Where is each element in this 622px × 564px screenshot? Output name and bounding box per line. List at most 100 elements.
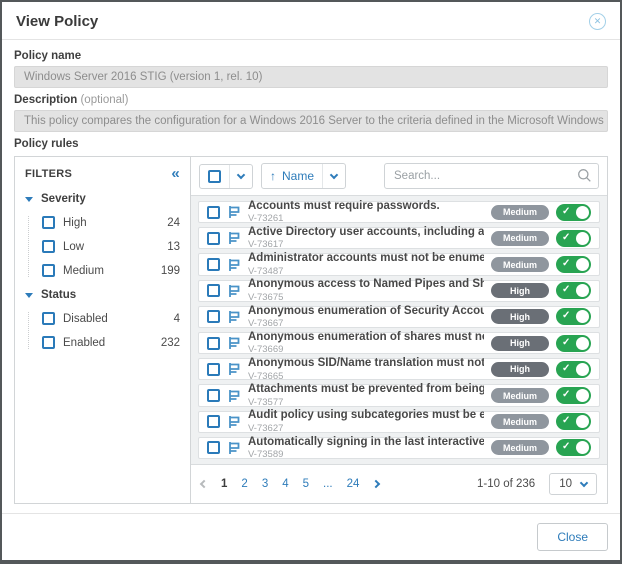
pagination-bar: 1 2 3 4 5 ... 24 1-10 of 236 10 (191, 464, 607, 503)
rule-id: V-73487 (248, 265, 284, 277)
rule-row[interactable]: Accounts must require passwords. V-73261… (198, 199, 600, 224)
view-policy-dialog: View Policy ✕ Policy name Windows Server… (0, 0, 622, 564)
dialog-close-icon[interactable]: ✕ (589, 13, 606, 30)
enabled-toggle[interactable]: ✓ (556, 439, 591, 457)
status-group-label: Status (41, 289, 77, 301)
rule-checkbox[interactable] (207, 258, 220, 271)
filter-count: 13 (167, 240, 180, 253)
rules-list: Accounts must require passwords. V-73261… (191, 196, 607, 464)
page-link[interactable]: 24 (347, 478, 360, 490)
enabled-toggle[interactable]: ✓ (556, 308, 591, 326)
policy-name-input: Windows Server 2016 STIG (version 1, rel… (14, 66, 608, 88)
page-link[interactable]: 1 (221, 478, 227, 490)
sort-menu-chevron-icon[interactable] (322, 164, 345, 188)
enabled-toggle[interactable]: ✓ (556, 256, 591, 274)
search-icon (577, 168, 592, 188)
status-filter-group: Status Disabled 4 Enabled 232 (25, 289, 180, 349)
filter-item: Medium 199 (42, 264, 180, 277)
rule-checkbox[interactable] (207, 231, 220, 245)
select-all-checkbox[interactable] (208, 169, 221, 183)
severity-badge: Medium (491, 204, 549, 220)
page-next-icon[interactable] (372, 478, 381, 490)
rule-row[interactable]: Attachments must be prevented from being… (198, 383, 600, 408)
rule-checkbox[interactable] (207, 415, 220, 429)
dialog-footer: Close (2, 513, 620, 560)
description-label-row: Description (optional) (14, 94, 608, 106)
sort-control: ↑ Name (261, 163, 347, 189)
policy-rules-label: Policy rules (14, 138, 79, 150)
enabled-toggle[interactable]: ✓ (556, 229, 591, 247)
rule-checkbox[interactable] (207, 441, 220, 455)
rule-row[interactable]: Anonymous SID/Name translation must not … (198, 357, 600, 382)
rule-row[interactable]: Audit policy using subcategories must be… (198, 409, 600, 434)
rule-checkbox[interactable] (207, 310, 220, 324)
rule-checkbox[interactable] (207, 362, 220, 376)
rule-title: Accounts must require passwords. (248, 199, 440, 212)
select-all-control (199, 163, 253, 189)
collapse-filters-icon[interactable]: « (171, 166, 180, 181)
rule-text: Automatically signing in the last intera… (248, 436, 484, 461)
search-input[interactable] (384, 163, 599, 189)
dialog-title: View Policy (16, 13, 99, 30)
page-link[interactable]: ... (323, 478, 333, 490)
filter-checkbox[interactable] (42, 264, 55, 277)
page-link[interactable]: 3 (262, 478, 268, 490)
enabled-toggle[interactable]: ✓ (556, 413, 591, 431)
page-size-select[interactable]: 10 (549, 473, 597, 495)
rule-row[interactable]: Anonymous access to Named Pipes and Shar… (198, 278, 600, 303)
filter-count: 4 (173, 312, 180, 325)
filters-header-row: FILTERS « (25, 166, 180, 181)
page-links: 1 2 3 4 5 ... 24 (221, 478, 359, 490)
close-button[interactable]: Close (537, 523, 608, 551)
rule-row[interactable]: Anonymous enumeration of Security Accoun… (198, 304, 600, 329)
rule-id: V-73577 (248, 396, 284, 408)
search-box (384, 163, 599, 189)
description-input: This policy compares the configuration f… (14, 110, 608, 132)
severity-badge: High (491, 309, 549, 325)
filter-label: Low (63, 240, 85, 253)
select-menu-chevron-icon[interactable] (229, 164, 252, 188)
severity-group-label: Severity (41, 193, 86, 205)
severity-badge: Medium (491, 257, 549, 272)
toggle-check-icon: ✓ (562, 336, 571, 348)
page-link[interactable]: 2 (241, 478, 247, 490)
filter-checkbox[interactable] (42, 336, 55, 349)
toggle-knob (576, 362, 589, 376)
rule-checkbox[interactable] (207, 336, 220, 350)
enabled-toggle[interactable]: ✓ (556, 203, 591, 221)
severity-group-header[interactable]: Severity (25, 193, 180, 205)
rule-row[interactable]: Automatically signing in the last intera… (198, 436, 600, 461)
rule-text: Active Directory user accounts, includin… (248, 226, 484, 251)
enabled-toggle[interactable]: ✓ (556, 282, 591, 300)
rule-title: Attachments must be prevented from being… (248, 383, 484, 396)
filter-label: Disabled (63, 312, 108, 325)
enabled-toggle[interactable]: ✓ (556, 360, 591, 378)
filter-checkbox[interactable] (42, 240, 55, 253)
severity-badge: High (491, 361, 549, 377)
caret-down-icon[interactable] (25, 196, 33, 202)
policy-name-label: Policy name (14, 50, 82, 62)
toggle-knob (576, 389, 589, 403)
rule-row[interactable]: Active Directory user accounts, includin… (198, 226, 600, 251)
rule-id: V-73617 (248, 239, 284, 251)
toggle-knob (576, 310, 589, 324)
filter-checkbox[interactable] (42, 216, 55, 229)
rule-title: Anonymous enumeration of Security Accoun… (248, 304, 484, 317)
enabled-toggle[interactable]: ✓ (556, 387, 591, 405)
rule-checkbox[interactable] (207, 389, 220, 403)
rule-row[interactable]: Administrator accounts must not be enume… (198, 252, 600, 277)
rule-row[interactable]: Anonymous enumeration of shares must not… (198, 331, 600, 355)
page-link[interactable]: 4 (282, 478, 288, 490)
caret-down-icon[interactable] (25, 292, 33, 298)
page-link[interactable]: 5 (303, 478, 309, 490)
sort-button[interactable]: ↑ Name (262, 164, 322, 188)
rule-id: V-73665 (248, 370, 284, 382)
filter-checkbox[interactable] (42, 312, 55, 325)
policy-rule-icon (227, 284, 241, 298)
rule-checkbox[interactable] (207, 205, 220, 219)
chevron-down-icon (579, 478, 589, 487)
rule-checkbox[interactable] (207, 284, 220, 298)
enabled-toggle[interactable]: ✓ (556, 334, 591, 352)
policy-rules-panel: FILTERS « Severity High 24 Low 13 Medium… (14, 156, 608, 504)
status-group-header[interactable]: Status (25, 289, 180, 301)
